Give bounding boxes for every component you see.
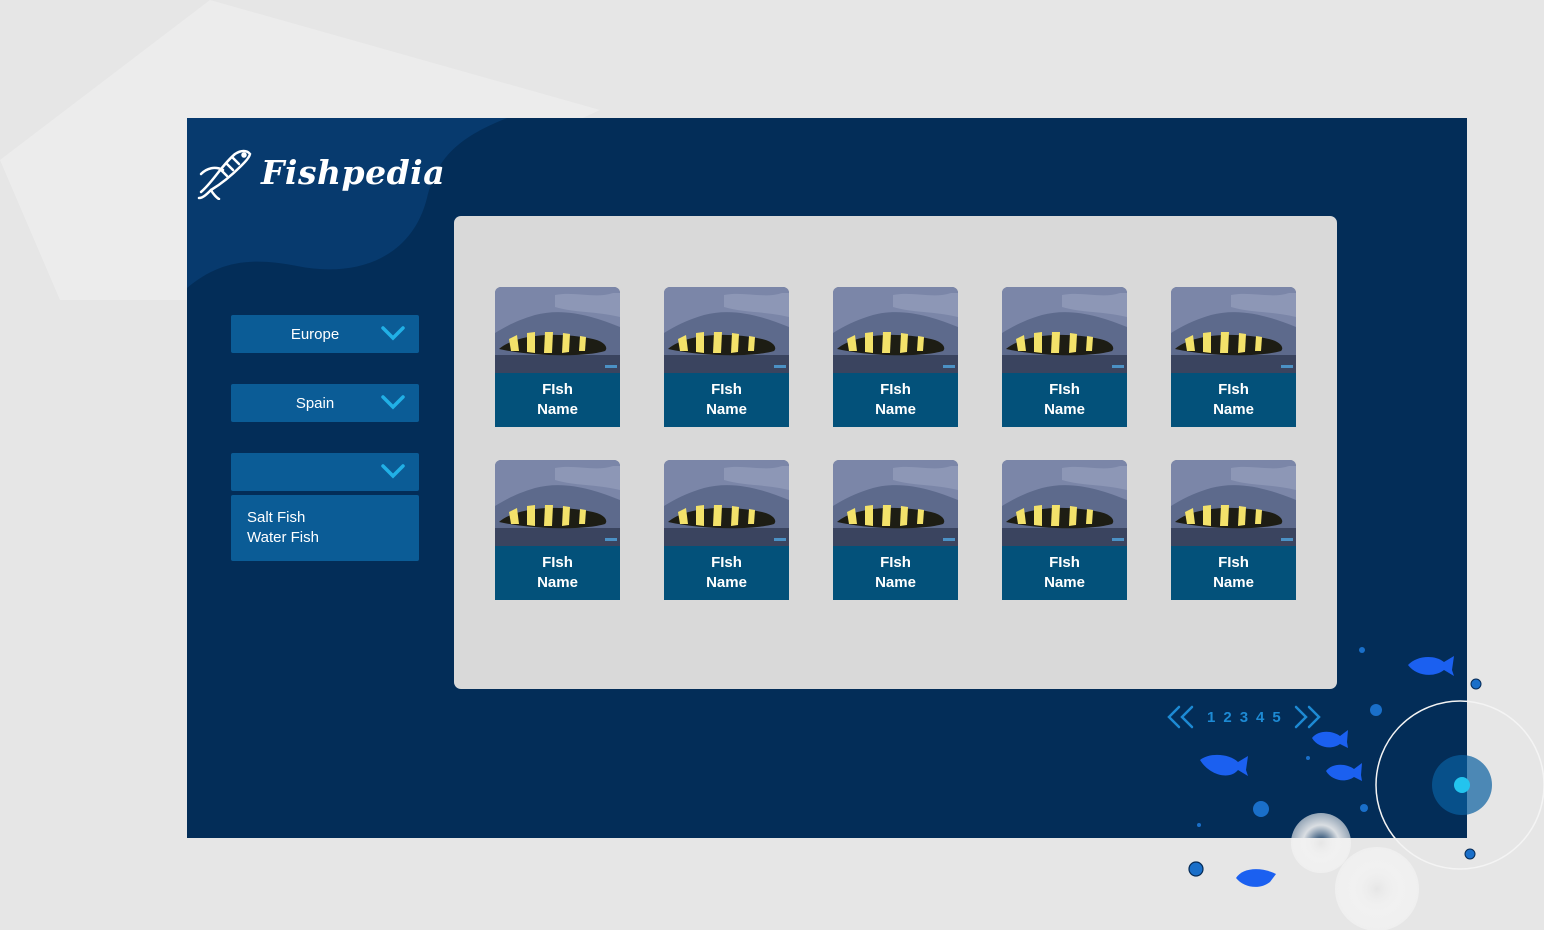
fish-card-subtitle: Name — [875, 574, 916, 591]
fish-card-subtitle: Name — [1213, 401, 1254, 418]
fish-card[interactable]: FIsh Name — [1171, 287, 1296, 427]
fish-card[interactable]: FIsh Name — [833, 287, 958, 427]
fish-card-title: FIsh — [711, 381, 742, 398]
fish-card[interactable]: FIsh Name — [664, 460, 789, 600]
fish-card[interactable]: FIsh Name — [495, 460, 620, 600]
fish-card[interactable]: FIsh Name — [1002, 287, 1127, 427]
fish-card-caption: FIsh Name — [1002, 373, 1127, 427]
fish-card-caption: FIsh Name — [833, 546, 958, 600]
fish-card-title: FIsh — [880, 381, 911, 398]
fish-card[interactable]: FIsh Name — [1002, 460, 1127, 600]
fish-logo-icon — [197, 149, 252, 200]
continent-dropdown-value: Europe — [290, 325, 340, 343]
fish-photo — [833, 287, 958, 373]
fish-type-dropdown[interactable] — [231, 453, 419, 491]
fish-photo — [1171, 460, 1296, 546]
chevron-down-icon — [381, 326, 405, 341]
fish-card-title: FIsh — [1218, 381, 1249, 398]
chevron-down-icon — [381, 395, 405, 410]
option-water-fish[interactable]: Water Fish — [247, 529, 319, 546]
app-title: Fishpedia — [261, 152, 446, 192]
chevron-down-icon — [381, 464, 405, 479]
fish-photo — [664, 287, 789, 373]
fish-card[interactable]: FIsh Name — [1171, 460, 1296, 600]
fish-card[interactable]: FIsh Name — [833, 460, 958, 600]
fish-card-title: FIsh — [1049, 381, 1080, 398]
fish-card-title: FIsh — [542, 554, 573, 571]
country-dropdown[interactable]: Spain — [231, 384, 419, 422]
fish-photo — [495, 287, 620, 373]
country-dropdown-value: Spain — [295, 394, 335, 412]
fish-card-title: FIsh — [1049, 554, 1080, 571]
option-salt-fish[interactable]: Salt Fish — [247, 509, 305, 526]
app-logo[interactable]: Fishpedia — [193, 144, 445, 200]
fish-photo — [1171, 287, 1296, 373]
fish-type-options: Salt Fish Water Fish — [231, 495, 419, 561]
fish-card-subtitle: Name — [1044, 574, 1085, 591]
fish-photo — [833, 460, 958, 546]
fish-card-caption: FIsh Name — [1171, 546, 1296, 600]
fish-card-caption: FIsh Name — [664, 373, 789, 427]
fish-card[interactable]: FIsh Name — [664, 287, 789, 427]
fish-card-subtitle: Name — [537, 401, 578, 418]
fish-card-caption: FIsh Name — [664, 546, 789, 600]
fish-card-subtitle: Name — [537, 574, 578, 591]
fish-card-subtitle: Name — [1044, 401, 1085, 418]
fish-photo — [664, 460, 789, 546]
fish-photo — [495, 460, 620, 546]
fish-card-title: FIsh — [542, 381, 573, 398]
fish-card-subtitle: Name — [706, 401, 747, 418]
fish-photo — [1002, 460, 1127, 546]
fish-card-caption: FIsh Name — [495, 546, 620, 600]
fish-card-title: FIsh — [880, 554, 911, 571]
fish-photo — [1002, 287, 1127, 373]
fish-card-title: FIsh — [1218, 554, 1249, 571]
continent-dropdown[interactable]: Europe — [231, 315, 419, 353]
fish-grid-panel: FIsh Name FIsh Name FIsh Name FIsh Name FIsh Name… — [454, 216, 1337, 689]
fish-card-caption: FIsh Name — [1002, 546, 1127, 600]
decorative-fish-bubbles — [1188, 647, 1544, 930]
fish-card-subtitle: Name — [1213, 574, 1254, 591]
fish-card-title: FIsh — [711, 554, 742, 571]
fish-card-caption: FIsh Name — [1171, 373, 1296, 427]
fish-card-subtitle: Name — [875, 401, 916, 418]
fish-card-caption: FIsh Name — [833, 373, 958, 427]
fish-card-subtitle: Name — [706, 574, 747, 591]
fish-card-caption: FIsh Name — [495, 373, 620, 427]
fish-card[interactable]: FIsh Name — [495, 287, 620, 427]
